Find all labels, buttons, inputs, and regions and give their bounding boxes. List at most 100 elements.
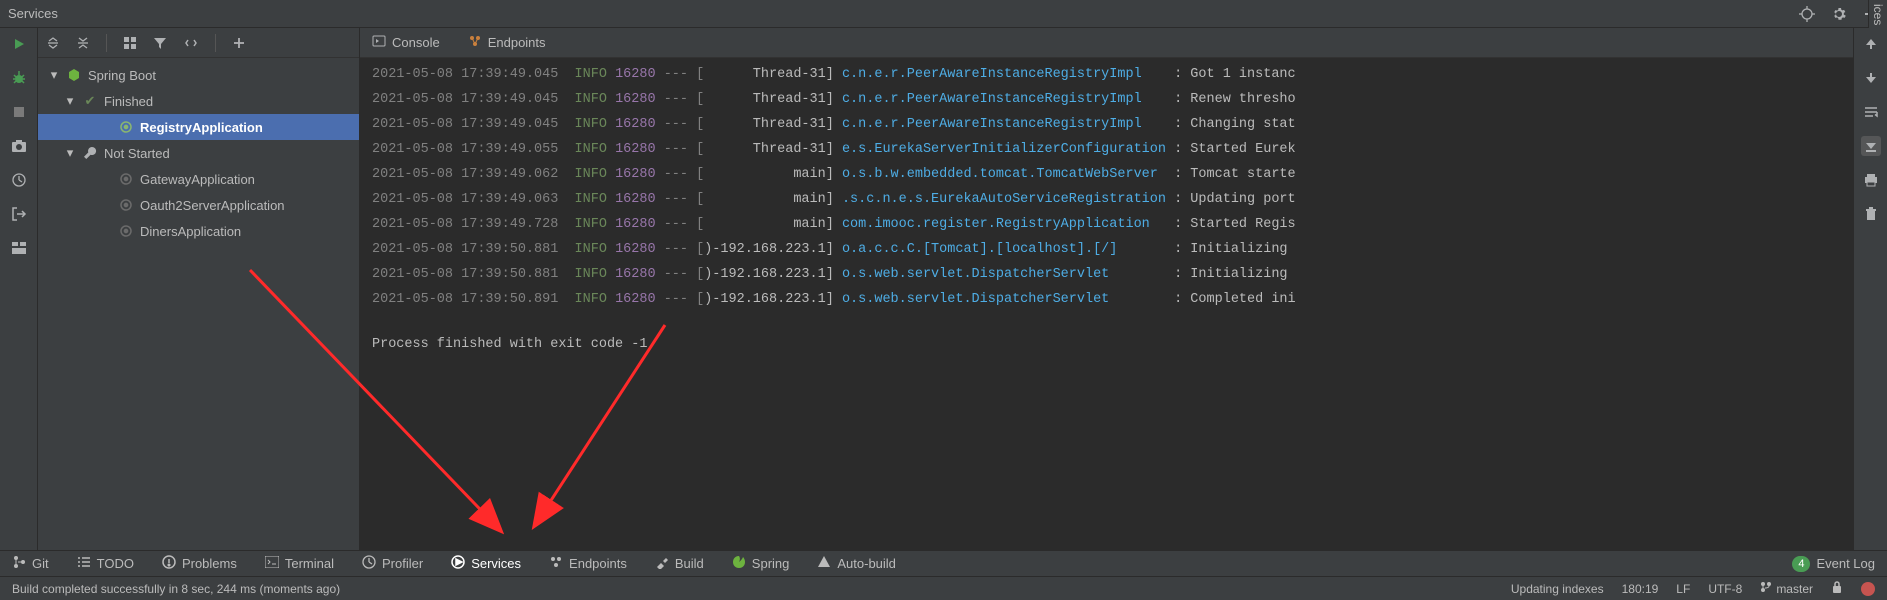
tree-item-diners[interactable]: DinersApplication	[38, 218, 359, 244]
status-line-ending[interactable]: LF	[1676, 582, 1690, 596]
tab-endpoints[interactable]: Endpoints	[468, 34, 546, 51]
status-branch[interactable]: master	[1760, 581, 1813, 596]
filter-icon[interactable]	[153, 36, 167, 50]
tool-git[interactable]: Git	[12, 555, 49, 572]
status-encoding[interactable]: UTF-8	[1708, 582, 1742, 596]
status-cursor-pos[interactable]: 180:19	[1622, 582, 1659, 596]
tree-group-finished[interactable]: ▾ ✔ Finished	[38, 88, 359, 114]
tool-todo[interactable]: TODO	[77, 556, 134, 571]
locate-icon[interactable]	[1799, 6, 1815, 22]
error-indicator-icon[interactable]	[1861, 582, 1875, 596]
console-panel: Console Endpoints 2021-05-08 17:39:49.04…	[360, 28, 1853, 550]
tree-panel: ▾ Spring Boot ▾ ✔ Finished RegistryAppli…	[38, 28, 360, 550]
side-tab-services[interactable]: ices	[1868, 0, 1887, 28]
collapse-all-icon[interactable]	[76, 36, 90, 50]
panel-header: Services	[0, 0, 1887, 28]
log-line: 2021-05-08 17:39:50.891 INFO 16280 --- […	[372, 287, 1853, 312]
tree-node-springboot[interactable]: ▾ Spring Boot	[38, 62, 359, 88]
autobuild-icon	[817, 555, 831, 572]
run-icon[interactable]	[9, 34, 29, 54]
scroll-to-end-icon[interactable]	[1861, 136, 1881, 156]
tab-label: Console	[392, 35, 440, 50]
log-line: 2021-05-08 17:39:49.728 INFO 16280 --- […	[372, 212, 1853, 237]
tab-console[interactable]: Console	[372, 34, 440, 51]
tree-group-notstarted[interactable]: ▾ Not Started	[38, 140, 359, 166]
check-icon: ✔	[82, 93, 98, 109]
tree-node-label: RegistryApplication	[140, 120, 263, 135]
springboot-icon	[66, 68, 82, 82]
bottom-toolwindows: Git TODO Problems Terminal Profiler Serv…	[0, 550, 1887, 576]
add-icon[interactable]	[232, 36, 246, 50]
profiler-gutter-icon[interactable]	[9, 170, 29, 190]
tool-label: Event Log	[1816, 556, 1875, 571]
tool-build[interactable]: Build	[655, 555, 704, 572]
chevron-down-icon[interactable]: ▾	[64, 93, 76, 109]
right-gutter	[1853, 28, 1887, 550]
log-line: 2021-05-08 17:39:49.063 INFO 16280 --- […	[372, 187, 1853, 212]
exit-icon[interactable]	[9, 204, 29, 224]
app-icon	[118, 121, 134, 133]
exit-message: Process finished with exit code -1	[372, 332, 1853, 357]
tool-label: TODO	[97, 556, 134, 571]
tool-problems[interactable]: Problems	[162, 555, 237, 572]
status-bar: Build completed successfully in 8 sec, 2…	[0, 576, 1887, 600]
status-updating: Updating indexes	[1511, 582, 1604, 596]
tree-node-label: Finished	[104, 94, 153, 109]
app-icon	[118, 225, 134, 237]
tree-node-label: Spring Boot	[88, 68, 156, 83]
todo-icon	[77, 556, 91, 571]
tool-label: Git	[32, 556, 49, 571]
tool-label: Problems	[182, 556, 237, 571]
eventlog-badge: 4	[1792, 556, 1810, 572]
print-icon[interactable]	[1861, 170, 1881, 190]
git-icon	[12, 555, 26, 572]
endpoints-icon	[468, 34, 482, 51]
expand-all-icon[interactable]	[46, 36, 60, 50]
tab-label: Endpoints	[488, 35, 546, 50]
tool-label: Build	[675, 556, 704, 571]
log-line: 2021-05-08 17:39:49.045 INFO 16280 --- […	[372, 112, 1853, 137]
branch-icon	[1760, 581, 1772, 596]
tool-terminal[interactable]: Terminal	[265, 556, 334, 571]
tool-label: Endpoints	[569, 556, 627, 571]
tree-item-gateway[interactable]: GatewayApplication	[38, 166, 359, 192]
group-icon[interactable]	[123, 36, 137, 50]
run-tree: ▾ Spring Boot ▾ ✔ Finished RegistryAppli…	[38, 58, 359, 244]
log-line: 2021-05-08 17:39:49.055 INFO 16280 --- […	[372, 137, 1853, 162]
trash-icon[interactable]	[1861, 204, 1881, 224]
tool-profiler[interactable]: Profiler	[362, 555, 423, 572]
app-icon	[118, 199, 134, 211]
console-tabs: Console Endpoints	[360, 28, 1853, 58]
soft-wrap-icon[interactable]	[1861, 102, 1881, 122]
terminal-icon	[265, 556, 279, 571]
link-icon[interactable]	[183, 36, 199, 50]
status-build-message: Build completed successfully in 8 sec, 2…	[12, 582, 340, 596]
log-line: 2021-05-08 17:39:49.045 INFO 16280 --- […	[372, 62, 1853, 87]
tool-autobuild[interactable]: Auto-build	[817, 555, 896, 572]
console-output[interactable]: 2021-05-08 17:39:49.045 INFO 16280 --- […	[360, 58, 1853, 550]
camera-icon[interactable]	[9, 136, 29, 156]
lock-icon[interactable]	[1831, 580, 1843, 597]
tool-eventlog[interactable]: 4 Event Log	[1792, 556, 1875, 572]
panel-title: Services	[8, 6, 58, 21]
tool-label: Spring	[752, 556, 790, 571]
tree-node-label: Oauth2ServerApplication	[140, 198, 285, 213]
tree-item-registry[interactable]: RegistryApplication	[38, 114, 359, 140]
debug-icon[interactable]	[9, 68, 29, 88]
gear-icon[interactable]	[1831, 6, 1847, 22]
tool-endpoints[interactable]: Endpoints	[549, 555, 627, 572]
tool-label: Services	[471, 556, 521, 571]
tool-services[interactable]: Services	[451, 555, 521, 572]
scroll-up-icon[interactable]	[1861, 34, 1881, 54]
chevron-down-icon[interactable]: ▾	[48, 67, 60, 83]
tool-spring[interactable]: Spring	[732, 555, 790, 572]
tool-label: Profiler	[382, 556, 423, 571]
chevron-down-icon[interactable]: ▾	[64, 145, 76, 161]
log-line: 2021-05-08 17:39:50.881 INFO 16280 --- […	[372, 262, 1853, 287]
layout-icon[interactable]	[9, 238, 29, 258]
scroll-down-icon[interactable]	[1861, 68, 1881, 88]
tree-node-label: Not Started	[104, 146, 170, 161]
spring-icon	[732, 555, 746, 572]
stop-icon[interactable]	[9, 102, 29, 122]
tree-item-oauth[interactable]: Oauth2ServerApplication	[38, 192, 359, 218]
